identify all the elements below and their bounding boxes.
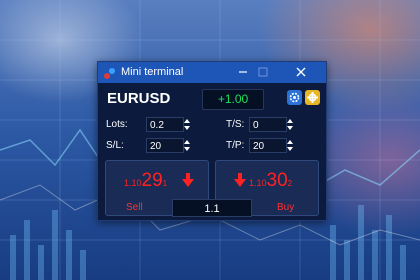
sl-label: S/L:	[106, 140, 124, 151]
window-title: Mini terminal	[121, 66, 184, 78]
sl-stepper[interactable]	[183, 137, 191, 154]
lots-input[interactable]: 0.2	[146, 117, 184, 132]
mini-terminal-window: Mini terminal EURUSD +1.00 Lots: 0.2 S/L…	[97, 61, 327, 221]
tp-input[interactable]: 20	[249, 138, 287, 153]
lots-stepper[interactable]	[183, 116, 191, 133]
settings-icon[interactable]	[305, 90, 320, 105]
tp-label: T/P:	[226, 140, 245, 151]
app-logo-icon	[104, 68, 115, 79]
sell-price-suffix: 1	[162, 179, 168, 188]
volume-input[interactable]: 1.1	[172, 199, 252, 217]
maximize-icon[interactable]	[255, 65, 271, 79]
ts-label: T/S:	[226, 119, 245, 130]
close-icon[interactable]	[293, 65, 309, 79]
minimize-icon[interactable]	[235, 65, 251, 79]
buy-label[interactable]: Buy	[277, 202, 294, 213]
ts-input[interactable]: 0	[249, 117, 287, 132]
title-bar[interactable]: Mini terminal	[98, 62, 326, 83]
ts-stepper[interactable]	[286, 116, 294, 133]
sell-price-main: 29	[141, 170, 163, 191]
buy-price: 1.10302	[249, 170, 292, 192]
arrow-down-icon	[234, 173, 246, 187]
buy-price-main: 30	[266, 170, 288, 191]
buy-price-prefix: 1.10	[249, 178, 267, 188]
buy-price-suffix: 2	[287, 179, 293, 188]
sell-price: 1.10291	[124, 170, 167, 192]
gear-icon[interactable]	[287, 90, 302, 105]
sell-label[interactable]: Sell	[126, 202, 143, 213]
arrow-down-icon	[182, 173, 194, 187]
sell-price-prefix: 1.10	[124, 178, 142, 188]
sl-input[interactable]: 20	[146, 138, 184, 153]
symbol-label: EURUSD	[107, 90, 171, 107]
profit-display: +1.00	[202, 89, 264, 110]
tp-stepper[interactable]	[286, 137, 294, 154]
lots-label: Lots:	[106, 119, 128, 130]
